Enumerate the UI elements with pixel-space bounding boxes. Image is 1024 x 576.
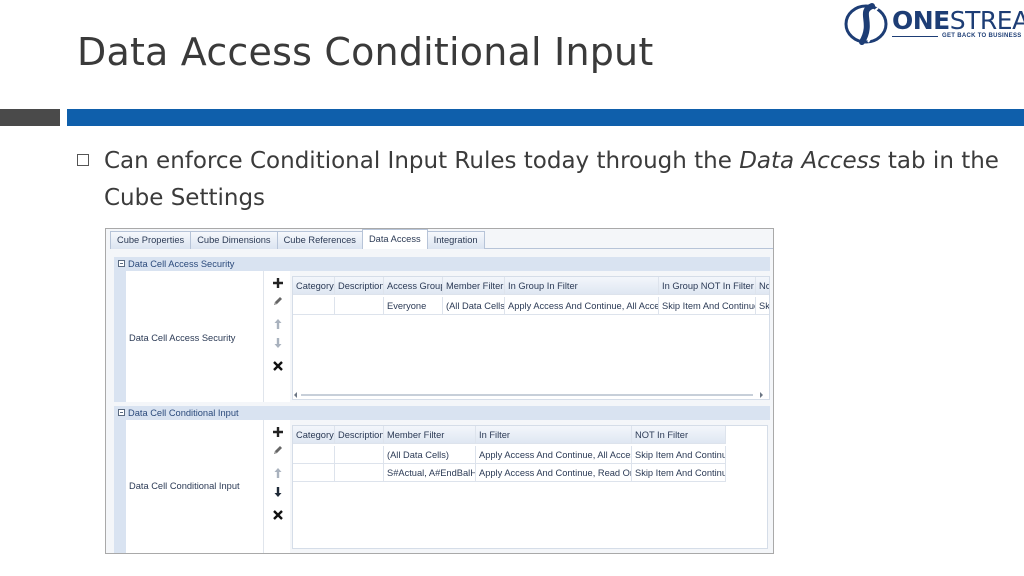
move-up-icon[interactable] bbox=[272, 467, 284, 479]
table-cell[interactable]: Skip Item And Continue bbox=[632, 464, 726, 482]
column-header[interactable]: Access Group bbox=[384, 277, 443, 295]
column-header[interactable]: In Group In Filter bbox=[505, 277, 659, 295]
delete-icon[interactable] bbox=[272, 509, 284, 521]
tab-data-access[interactable]: Data Access bbox=[361, 229, 428, 249]
table-cell[interactable]: Apply Access And Continue, Read Only bbox=[476, 464, 632, 482]
conditional-input-label: Data Cell Conditional Input bbox=[129, 481, 240, 491]
scroll-right-icon[interactable] bbox=[760, 392, 763, 398]
table-cell[interactable]: Sk bbox=[756, 297, 769, 315]
horizontal-scrollbar[interactable] bbox=[293, 391, 769, 399]
column-header[interactable]: Description bbox=[335, 426, 384, 444]
edit-icon[interactable] bbox=[272, 295, 284, 307]
table-cell[interactable]: Skip Item And Continue bbox=[632, 446, 726, 464]
delete-icon[interactable] bbox=[272, 360, 284, 372]
dark-accent-band bbox=[0, 109, 60, 126]
access-security-label-pane: Data Cell Access Security bbox=[126, 271, 264, 402]
cube-settings-window: Cube Properties Cube Dimensions Cube Refer… bbox=[105, 228, 774, 554]
tab-integration[interactable]: Integration bbox=[426, 231, 485, 249]
add-icon[interactable] bbox=[272, 277, 284, 289]
column-header[interactable]: In Filter bbox=[476, 426, 632, 444]
column-header[interactable]: Description bbox=[335, 277, 384, 295]
section-gutter bbox=[114, 420, 126, 553]
access-security-label: Data Cell Access Security bbox=[129, 333, 236, 343]
access-security-toolbar bbox=[264, 271, 290, 402]
slide-title: Data Access Conditional Input bbox=[77, 30, 654, 74]
column-header[interactable]: NOT In Filter bbox=[632, 426, 726, 444]
edit-icon[interactable] bbox=[272, 444, 284, 456]
table-cell[interactable]: Apply Access And Continue, All Access bbox=[476, 446, 632, 464]
tab-cube-properties[interactable]: Cube Properties bbox=[110, 231, 192, 249]
column-header[interactable]: No bbox=[756, 277, 769, 295]
table-cell[interactable] bbox=[293, 464, 335, 482]
column-header[interactable]: Member Filter bbox=[443, 277, 505, 295]
collapse-icon[interactable] bbox=[118, 260, 125, 267]
grid-header-row: Category Description Access Group Member Fi… bbox=[293, 277, 769, 295]
column-header[interactable]: Category bbox=[293, 277, 335, 295]
logo-mark-icon bbox=[844, 3, 888, 45]
logo-rule bbox=[892, 36, 938, 37]
table-cell[interactable]: Apply Access And Continue, All Access bbox=[505, 297, 659, 315]
table-cell[interactable]: (All Data Cells) bbox=[384, 446, 476, 464]
move-up-icon[interactable] bbox=[272, 318, 284, 330]
conditional-input-toolbar bbox=[264, 420, 290, 553]
table-cell[interactable] bbox=[335, 446, 384, 464]
column-header[interactable]: In Group NOT In Filter bbox=[659, 277, 756, 295]
onestream-logo: ONESTREAM GET BACK TO BUSINESS bbox=[844, 2, 1024, 46]
table-cell[interactable] bbox=[335, 464, 384, 482]
table-cell[interactable]: (All Data Cells) bbox=[443, 297, 505, 315]
table-cell[interactable] bbox=[293, 446, 335, 464]
table-row[interactable]: Everyone (All Data Cells) Apply Access And… bbox=[293, 297, 769, 315]
logo-tagline: GET BACK TO BUSINESS bbox=[942, 33, 1022, 39]
table-row[interactable]: (All Data Cells) Apply Access And Continu… bbox=[293, 446, 726, 464]
section-header-access-security[interactable]: Data Cell Access Security bbox=[114, 257, 770, 271]
table-cell[interactable]: Everyone bbox=[384, 297, 443, 315]
table-row[interactable]: S#Actual, A#EndBalHC Apply Access And Con… bbox=[293, 464, 726, 482]
bullet-square-icon bbox=[77, 154, 89, 166]
tab-cube-references[interactable]: Cube References bbox=[276, 231, 363, 249]
scroll-track[interactable] bbox=[301, 394, 753, 396]
table-cell[interactable] bbox=[335, 297, 384, 315]
scroll-left-icon[interactable] bbox=[294, 392, 297, 398]
table-cell[interactable] bbox=[293, 297, 335, 315]
section-header-conditional-input[interactable]: Data Cell Conditional Input bbox=[114, 406, 770, 420]
grid-header-row: Category Description Member Filter In Filte… bbox=[293, 426, 726, 444]
cube-settings-tabs: Cube Properties Cube Dimensions Cube Refer… bbox=[110, 229, 485, 249]
access-security-grid[interactable]: Category Description Access Group Member Fi… bbox=[292, 276, 770, 400]
column-header[interactable]: Member Filter bbox=[384, 426, 476, 444]
section-gutter bbox=[114, 271, 126, 402]
blue-accent-band bbox=[67, 109, 1024, 126]
tab-cube-dimensions[interactable]: Cube Dimensions bbox=[190, 231, 278, 249]
conditional-input-label-pane: Data Cell Conditional Input bbox=[126, 420, 264, 553]
move-down-icon[interactable] bbox=[272, 486, 284, 498]
logo-wordmark: ONESTREAM bbox=[892, 6, 1024, 35]
add-icon[interactable] bbox=[272, 426, 284, 438]
bullet-text: Can enforce Conditional Input Rules toda… bbox=[104, 148, 999, 211]
conditional-input-grid[interactable]: Category Description Member Filter In Filte… bbox=[292, 425, 768, 549]
table-cell[interactable]: Skip Item And Continue bbox=[659, 297, 756, 315]
move-down-icon[interactable] bbox=[272, 337, 284, 349]
table-cell[interactable]: S#Actual, A#EndBalHC bbox=[384, 464, 476, 482]
collapse-icon[interactable] bbox=[118, 409, 125, 416]
column-header[interactable]: Category bbox=[293, 426, 335, 444]
